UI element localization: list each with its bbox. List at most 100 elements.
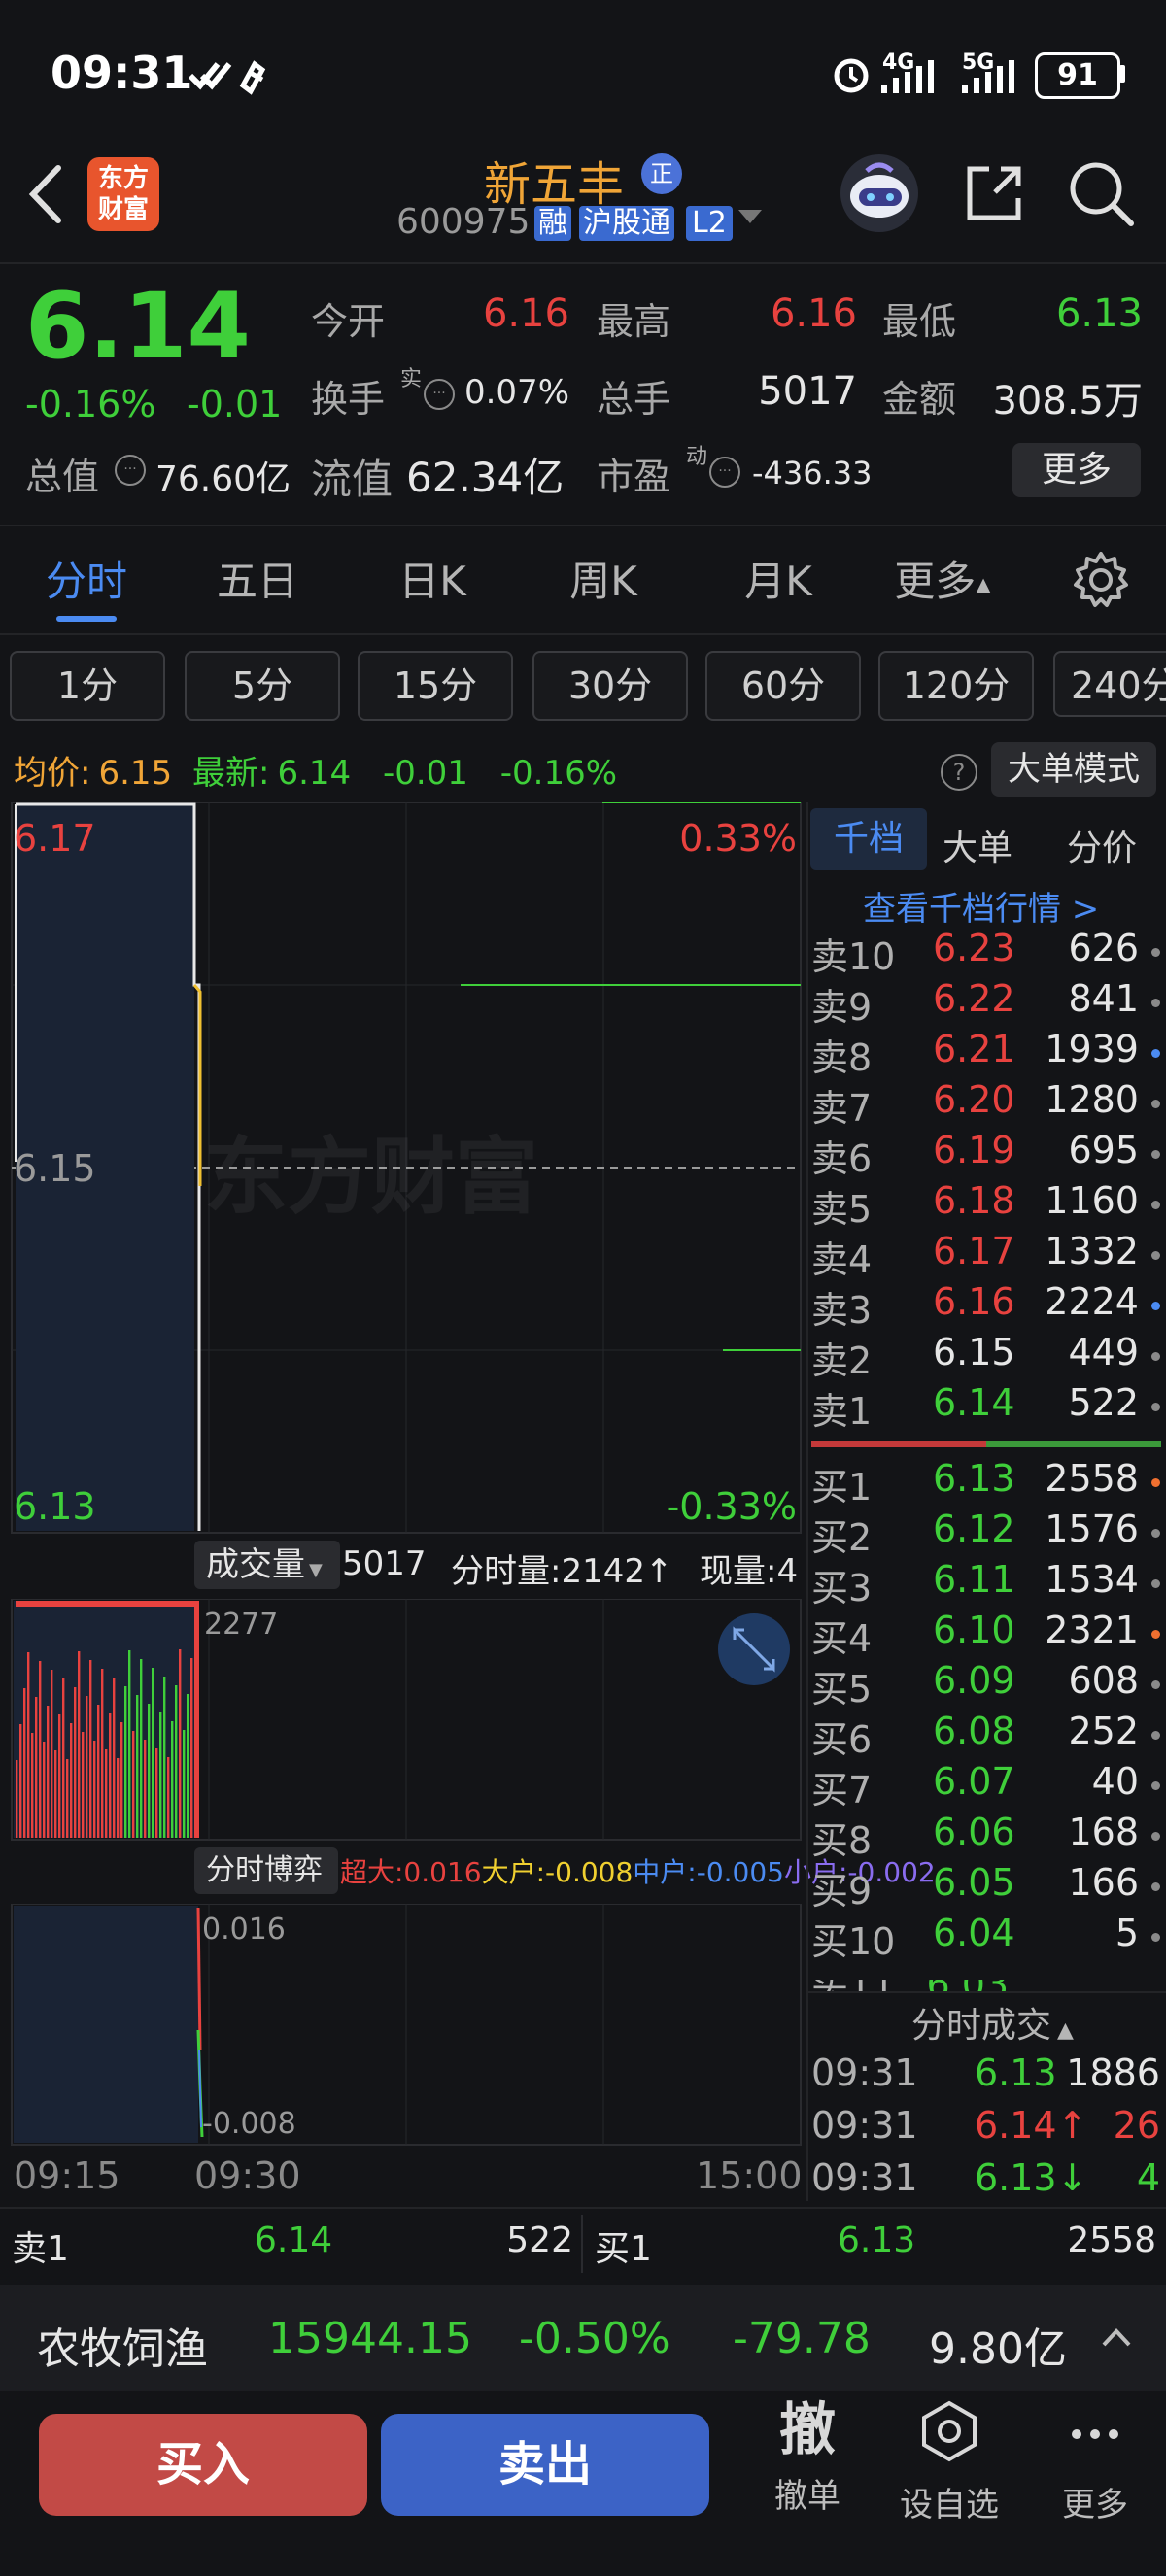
sector-value: 15944.15 <box>268 2314 472 2363</box>
chevron-up-icon[interactable] <box>1100 2323 1133 2353</box>
period-15m[interactable]: 15分 <box>358 651 513 721</box>
ask-row[interactable]: 卖7 6.20 1280 <box>811 1078 1166 1130</box>
tab-weekly-k[interactable]: 周K <box>531 549 676 608</box>
big-order-mode-button[interactable]: 大单模式 <box>991 742 1156 797</box>
period-5m[interactable]: 5分 <box>185 651 340 721</box>
sell1-price: 6.14 <box>255 2220 333 2260</box>
tick-row: 09:31 6.14↑ 26 <box>811 2104 1166 2154</box>
volume-chart[interactable]: 2277 <box>0 1599 806 1842</box>
game-chart[interactable]: 0.016 -0.008 <box>0 1904 806 2147</box>
tab-full-depth[interactable]: 千档 <box>810 808 927 870</box>
ask-row[interactable]: 卖6 6.19 695 <box>811 1129 1166 1180</box>
order-dot-icon <box>1151 999 1160 1007</box>
help-icon[interactable]: ? <box>941 754 977 791</box>
volume-bar <box>144 1740 147 1838</box>
ask-level-label: 卖4 <box>811 1238 873 1281</box>
volume-bar <box>16 1760 18 1838</box>
time-start: 09:15 <box>14 2154 120 2197</box>
ask-row[interactable]: 卖9 6.22 841 <box>811 977 1166 1029</box>
ask-row[interactable]: 卖8 6.21 1939 <box>811 1028 1166 1079</box>
bid-row[interactable]: 买3 6.11 1534 <box>811 1558 1166 1610</box>
game-mid: 中户:-0.005 <box>633 1856 784 1888</box>
game-selector-label: 分时博弈 <box>206 1853 323 1887</box>
period-1m[interactable]: 1分 <box>10 651 165 721</box>
tab-big-orders[interactable]: 大单 <box>943 820 1012 870</box>
volume-bar <box>163 1677 166 1838</box>
bid-row[interactable]: 买5 6.09 608 <box>811 1659 1166 1711</box>
stock-header: 东方 财富 新五丰 正 600975 融 沪股通 L2 <box>0 146 1166 262</box>
tab-more-label: 更多 <box>894 558 977 605</box>
bid-level-label: 买9 <box>811 1870 873 1913</box>
tab-price-dist[interactable]: 分价 <box>1067 820 1137 870</box>
period-60m[interactable]: 60分 <box>705 651 861 721</box>
game-selector[interactable]: 分时博弈▼ <box>194 1847 338 1930</box>
tag-l2[interactable]: L2 <box>686 206 733 241</box>
period-240m[interactable]: 240分 <box>1053 651 1166 717</box>
info-icon[interactable]: ··· <box>115 455 146 486</box>
info-icon[interactable]: ··· <box>709 457 740 488</box>
order-dot-icon <box>1151 1049 1160 1058</box>
search-icon[interactable] <box>1067 159 1135 227</box>
bid-row[interactable]: 买2 6.12 1576 <box>811 1508 1166 1559</box>
ask-volume: 2224 <box>1045 1280 1139 1323</box>
bid-row[interactable]: 买6 6.08 252 <box>811 1710 1166 1761</box>
tab-intraday[interactable]: 分时 <box>14 549 159 608</box>
bid-row[interactable]: 买7 6.07 40 <box>811 1760 1166 1812</box>
latest-change: -0.01 <box>382 754 468 793</box>
ask-row[interactable]: 卖1 6.14 522 <box>811 1381 1166 1433</box>
cancel-order-label: 撤单 <box>774 2477 840 2516</box>
robot-assistant-icon[interactable] <box>838 152 921 235</box>
ask-level-label: 卖9 <box>811 986 873 1029</box>
app-logo[interactable]: 东方 财富 <box>87 157 159 231</box>
ask-row[interactable]: 卖4 6.17 1332 <box>811 1230 1166 1281</box>
tab-more[interactable]: 更多▲ <box>874 549 1011 608</box>
bid-volume: 40 <box>1091 1760 1139 1803</box>
bid-row[interactable]: 买4 6.10 2321 <box>811 1609 1166 1660</box>
volume-bar <box>93 1741 96 1838</box>
volume-bar <box>47 1706 50 1838</box>
sector-amount: 9.80亿 <box>929 2324 1067 2374</box>
logo-line1: 东方 <box>97 164 149 193</box>
tab-monthly-k[interactable]: 月K <box>705 549 851 608</box>
ticks-title[interactable]: 分时成交 ▲ <box>911 1997 1074 2048</box>
ask-row[interactable]: 卖5 6.18 1160 <box>811 1179 1166 1231</box>
ask-row[interactable]: 卖3 6.16 2224 <box>811 1280 1166 1332</box>
ask-level-label: 卖2 <box>811 1339 873 1382</box>
time-end: 15:00 <box>696 2154 803 2197</box>
volume-bar <box>109 1713 112 1838</box>
volume-selector[interactable]: 成交量 ▼ <box>194 1541 340 1589</box>
ask-row[interactable]: 卖2 6.15 449 <box>811 1331 1166 1382</box>
ask-row[interactable]: 卖10 6.23 626 <box>811 927 1166 978</box>
alarm-icon <box>834 58 869 93</box>
sector-index-bar[interactable]: 农牧饲渔 15944.15 -0.50% -79.78 9.80亿 <box>0 2285 1166 2391</box>
info-icon[interactable]: ··· <box>424 379 455 410</box>
sell-button[interactable]: 卖出 <box>381 2414 709 2516</box>
buy-button[interactable]: 买入 <box>39 2414 367 2516</box>
more-quote-button[interactable]: 更多 <box>1012 443 1141 497</box>
add-watchlist-button[interactable]: 设自选 <box>886 2399 1012 2525</box>
settings-gear-icon[interactable] <box>1071 550 1131 610</box>
ask-level-label: 卖5 <box>811 1188 873 1231</box>
bid-volume: 1576 <box>1045 1508 1139 1550</box>
back-icon[interactable] <box>21 160 70 228</box>
notification-icons <box>188 60 266 95</box>
tick-row: 09:31 6.13 1886 <box>811 2051 1166 2102</box>
share-icon[interactable] <box>962 161 1026 225</box>
ask-level-label: 卖6 <box>811 1137 873 1180</box>
chevron-down-icon[interactable] <box>738 210 762 223</box>
bid-row[interactable]: 买10 6.04 5 <box>811 1912 1166 1963</box>
tab-five-day[interactable]: 五日 <box>185 549 330 608</box>
volume-value: 5017 <box>758 369 857 414</box>
bid-row[interactable]: 买8 6.06 168 <box>811 1811 1166 1862</box>
cancel-order-button[interactable]: 撤 撤单 <box>744 2399 871 2517</box>
view-depth-link[interactable]: 查看千档行情 > <box>863 882 1099 930</box>
more-actions-button[interactable]: 更多 <box>1032 2399 1158 2525</box>
bid-row[interactable]: 买9 6.05 166 <box>811 1861 1166 1913</box>
period-120m[interactable]: 120分 <box>878 651 1034 721</box>
intraday-chart[interactable]: 东方财富 6.17 6.15 6.13 0.33% -0.33% <box>0 802 806 1535</box>
tab-daily-k[interactable]: 日K <box>360 549 505 608</box>
period-30m[interactable]: 30分 <box>532 651 688 721</box>
bid-row[interactable]: 买1 6.13 2558 <box>811 1457 1166 1508</box>
active-tab-indicator <box>56 616 117 622</box>
ask-volume: 841 <box>1068 977 1139 1020</box>
